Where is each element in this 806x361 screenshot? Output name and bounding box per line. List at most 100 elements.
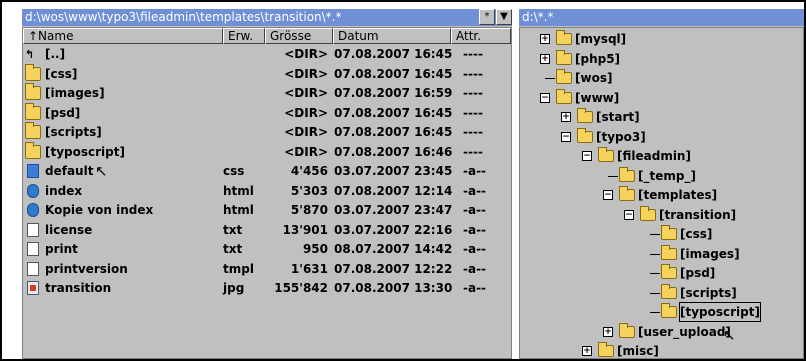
file-attributes: ---- [463, 86, 483, 100]
current-path-text: d:\wos\www\typo3\fileadmin\templates\tra… [25, 10, 342, 24]
file-list-row[interactable]: print txt 950 08.07.2007 14:42 -a-- [23, 240, 511, 258]
folder-icon [619, 166, 635, 182]
file-attributes: -a-- [463, 203, 487, 217]
file-size: <DIR> [284, 125, 328, 139]
folder-icon [577, 108, 593, 123]
file-attributes: -a-- [463, 183, 487, 198]
folder-icon [661, 244, 677, 260]
file-extension: css [223, 164, 245, 178]
file-name: [images] [45, 86, 105, 100]
current-path-bar[interactable]: d:\wos\www\typo3\fileadmin\templates\tra… [22, 9, 512, 26]
file-list-row[interactable]: [typoscript] <DIR> 07.08.2007 16:46 ---- [23, 141, 511, 161]
tree-node-label: [wos] [575, 71, 613, 85]
file-attributes: -a-- [463, 242, 487, 256]
collapse-icon[interactable]: − [624, 209, 634, 220]
directory-tree-pane: d:\*.* + [mysql] + [php5] [wos] − [www] + [start… [519, 9, 804, 359]
file-size: 1'631 [290, 261, 328, 276]
expand-icon[interactable]: + [540, 53, 550, 64]
column-header-ext[interactable]: Erw. [223, 28, 265, 44]
column-header-size[interactable]: Grösse [265, 28, 333, 44]
file-list-row[interactable]: [images] <DIR> 07.08.2007 16:59 ---- [23, 83, 511, 102]
file-list[interactable]: ↑Name Erw. Grösse Datum Attr. ↰ [..] <DIR>… [22, 27, 512, 359]
file-list-row[interactable]: index html 5'303 07.08.2007 12:14 -a-- [23, 182, 511, 200]
expand-icon[interactable]: + [540, 34, 550, 44]
folder-icon [661, 303, 677, 318]
file-date: 07.08.2007 16:45 [334, 105, 453, 120]
file-extension: tmpl [223, 261, 254, 276]
folder-icon [556, 69, 572, 84]
expand-icon[interactable]: + [561, 112, 571, 122]
css-file-icon [27, 164, 39, 178]
file-extension: html [223, 183, 254, 198]
folder-icon [598, 342, 614, 357]
file-attributes: ---- [463, 105, 483, 120]
folder-icon [661, 264, 677, 279]
tree-node-label: [fileadmin] [617, 149, 691, 163]
directory-tree[interactable]: + [mysql] + [php5] [wos] − [www] + [start] − [typo… [519, 27, 804, 359]
folder-icon [661, 283, 677, 299]
tree-node-label: [typo3] [596, 129, 646, 144]
file-attributes: -a-- [463, 281, 487, 295]
folder-icon [661, 225, 677, 240]
filter-star-button[interactable]: * [479, 9, 495, 25]
file-size: <DIR> [284, 105, 328, 120]
column-header-date[interactable]: Datum [333, 28, 451, 44]
html-file-icon [27, 183, 39, 198]
collapse-icon[interactable]: − [582, 151, 592, 161]
file-list-row[interactable]: [psd] <DIR> 07.08.2007 16:45 ---- [23, 102, 511, 122]
folder-icon [577, 127, 593, 143]
file-attributes: -a-- [463, 222, 487, 237]
mouse-cursor-icon: ↖ [95, 162, 108, 180]
file-name: transition [45, 281, 112, 295]
file-list-row[interactable]: ↰ [..] <DIR> 07.08.2007 16:45 ---- [23, 45, 511, 63]
file-attributes: ---- [463, 47, 483, 61]
folder-icon [598, 147, 614, 162]
file-name: [css] [45, 66, 78, 81]
file-list-row[interactable]: [css] <DIR> 07.08.2007 16:45 ---- [23, 63, 511, 83]
folder-icon [619, 322, 635, 338]
file-date: 08.07.2007 14:42 [334, 242, 453, 256]
file-list-row[interactable]: printversion tmpl 1'631 07.08.2007 12:22 -a-… [23, 260, 511, 278]
tree-node-label: [scripts] [680, 285, 737, 300]
blank-file-icon [27, 261, 39, 276]
tree-node-label: [start] [596, 110, 640, 124]
file-size: 155'842 [274, 281, 328, 295]
file-name: printversion [45, 261, 128, 276]
expand-icon[interactable]: + [603, 326, 613, 337]
tree-node-label: [css] [680, 227, 713, 241]
file-date: 03.07.2007 22:16 [334, 222, 453, 237]
tree-node-label: [_temp_] [638, 168, 696, 183]
file-list-row[interactable]: transition jpg 155'842 07.08.2007 13:30 -a-- [23, 279, 511, 297]
history-dropdown-button[interactable]: ▼ [496, 9, 512, 25]
file-name: print [45, 242, 78, 256]
file-name: [..] [45, 47, 66, 61]
file-extension: jpg [223, 281, 245, 295]
collapse-icon[interactable]: − [561, 131, 571, 142]
file-list-row[interactable]: [scripts] <DIR> 07.08.2007 16:45 ---- [23, 122, 511, 141]
column-header-attr[interactable]: Attr. [451, 28, 511, 44]
file-extension: txt [223, 222, 243, 237]
mouse-cursor-icon: ↖ [723, 326, 736, 344]
file-date: 07.08.2007 16:59 [334, 86, 453, 100]
tree-node-label: [misc] [617, 344, 659, 358]
file-size: 13'901 [282, 222, 328, 237]
column-header-row: ↑Name Erw. Grösse Datum Attr. [23, 28, 511, 44]
expand-icon[interactable]: + [582, 346, 592, 356]
file-list-row[interactable]: license txt 13'901 03.07.2007 22:16 -a-- [23, 221, 511, 239]
collapse-icon[interactable]: − [540, 92, 550, 103]
file-list-row[interactable]: Kopie von index html 5'870 03.07.2007 23:47… [23, 201, 511, 219]
tree-connector [650, 234, 660, 235]
tree-connector [650, 273, 660, 274]
column-header-name[interactable]: ↑Name [23, 28, 223, 44]
collapse-icon[interactable]: − [603, 190, 613, 200]
file-size: <DIR> [284, 144, 328, 159]
folder-icon [25, 122, 41, 139]
tree-node-label: [www] [575, 90, 620, 105]
tree-path-bar[interactable]: d:\*.* [519, 9, 804, 26]
file-date: 07.08.2007 12:22 [334, 261, 453, 276]
file-name: license [45, 222, 93, 237]
file-date: 07.08.2007 13:30 [334, 281, 453, 295]
tree-connector [545, 78, 555, 79]
folder-icon [25, 83, 41, 100]
tree-node-label: [templates] [638, 188, 718, 202]
